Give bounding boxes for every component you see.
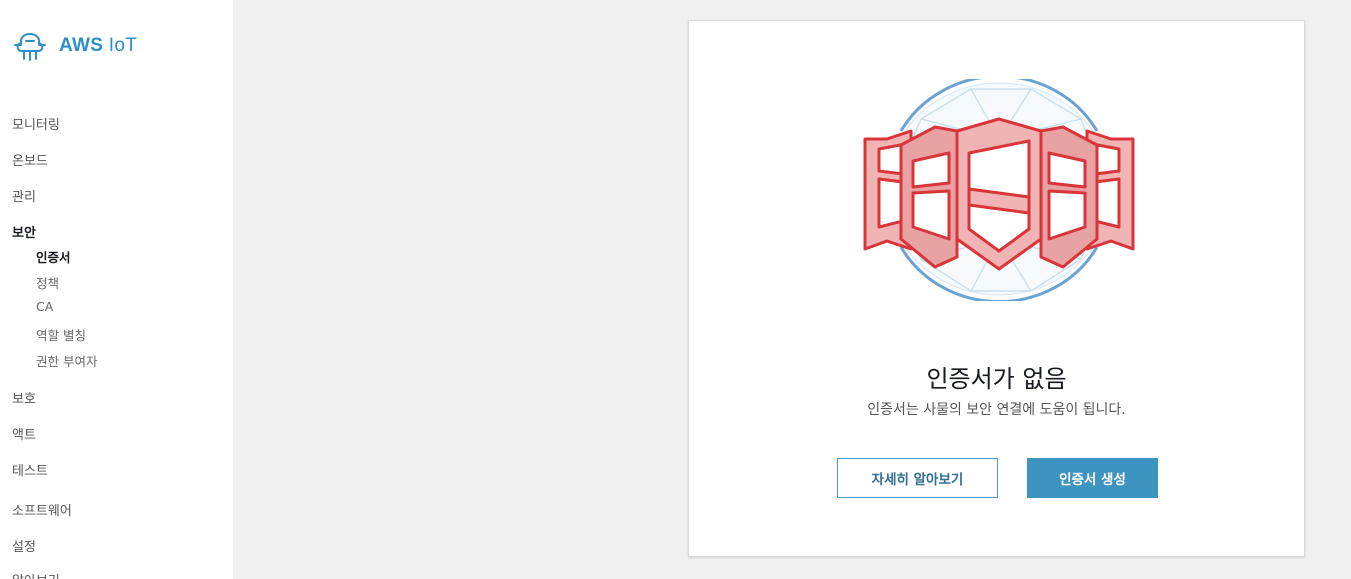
nav-act[interactable]: 액트 [12, 424, 36, 443]
nav-software[interactable]: 소프트웨어 [12, 500, 72, 519]
nav-sub-certificates[interactable]: 인증서 [36, 247, 71, 266]
logo-text: AWS IoT [59, 35, 138, 56]
aws-iot-logo[interactable]: AWS IoT [12, 30, 137, 62]
nav-sub-authorizers[interactable]: 권한 부여자 [36, 351, 97, 370]
nav-defend[interactable]: 보호 [12, 388, 36, 407]
sidebar: AWS IoT 모니터링 온보드 관리 보안 인증서 정책 CA 역할 별칭 권… [0, 0, 233, 579]
empty-state-title: 인증서가 없음 [926, 365, 1067, 393]
shield-certificate-icon [863, 79, 1135, 301]
create-certificate-button[interactable]: 인증서 생성 [1027, 458, 1158, 498]
iot-logo-icon [14, 32, 46, 61]
nav-settings[interactable]: 설정 [12, 536, 36, 555]
nav-test[interactable]: 테스트 [12, 460, 48, 479]
nav-monitoring[interactable]: 모니터링 [12, 114, 60, 133]
learn-more-button[interactable]: 자세히 알아보기 [837, 458, 998, 498]
nav-sub-ca[interactable]: CA [36, 299, 53, 314]
nav-secure[interactable]: 보안 [12, 222, 36, 241]
nav-sub-role-aliases[interactable]: 역할 별칭 [36, 325, 86, 344]
nav-onboard[interactable]: 온보드 [12, 150, 48, 169]
nav-manage[interactable]: 관리 [12, 186, 36, 205]
empty-state-card: 인증서가 없음 인증서는 사물의 보안 연결에 도움이 됩니다. 자세히 알아보… [688, 20, 1305, 557]
nav-sub-policies[interactable]: 정책 [36, 273, 59, 292]
empty-state-description: 인증서는 사물의 보안 연결에 도움이 됩니다. [867, 402, 1126, 418]
nav-learn[interactable]: 알아보기 [12, 570, 60, 579]
